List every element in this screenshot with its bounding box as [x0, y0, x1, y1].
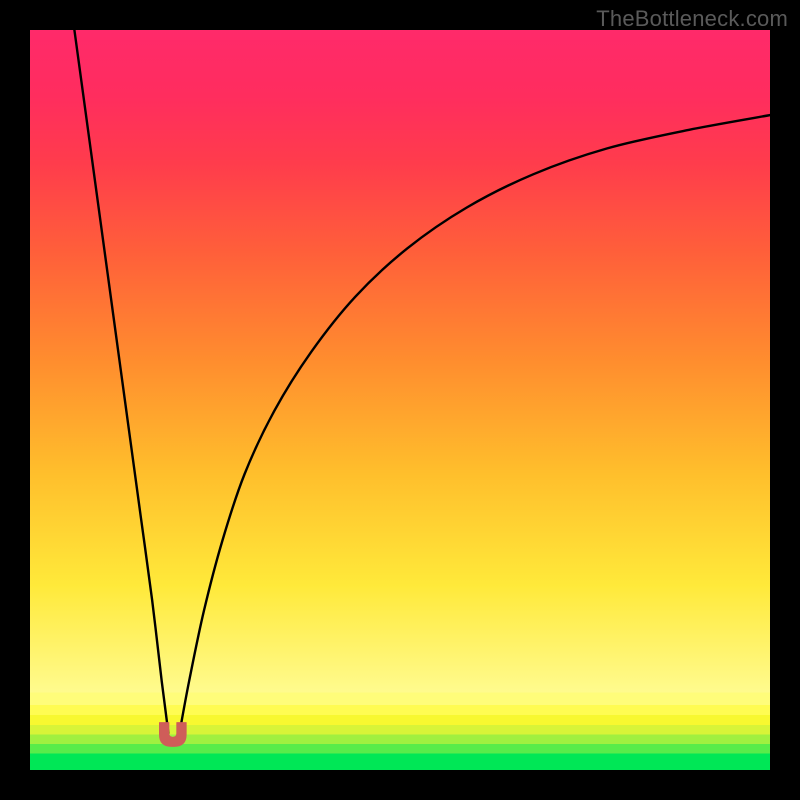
curve-left-branch	[74, 30, 168, 733]
watermark-text: TheBottleneck.com	[596, 6, 788, 32]
chart-frame: TheBottleneck.com	[0, 0, 800, 800]
curve-right-branch	[179, 115, 770, 733]
curve-layer	[30, 30, 770, 770]
cusp-marker	[160, 723, 187, 747]
plot-area	[30, 30, 770, 770]
